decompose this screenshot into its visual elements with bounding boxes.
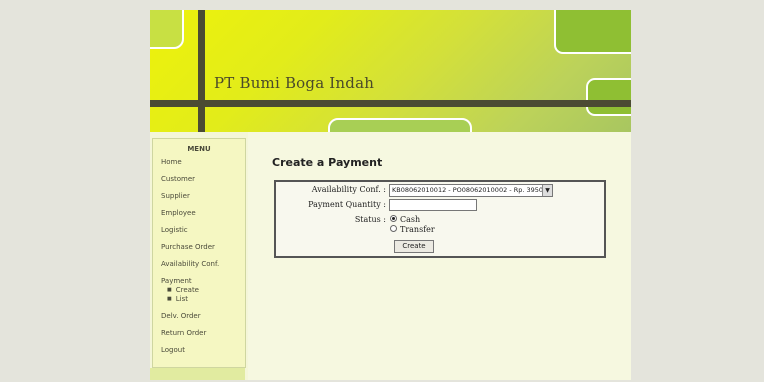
sidebar-item-availability-conf[interactable]: Availability Conf. [161,260,219,268]
radio-checked-icon[interactable] [390,215,397,222]
company-name: PT Bumi Boga Indah [214,74,375,92]
sidebar-subitem-list[interactable]: List [167,295,188,303]
create-button[interactable]: Create [394,240,434,253]
page-title: Create a Payment [272,156,383,169]
radio-unchecked-icon[interactable] [390,225,397,232]
sidebar-item-customer[interactable]: Customer [161,175,195,183]
quantity-label: Payment Quantity : [308,200,386,209]
sidebar-item-delv-order[interactable]: Delv. Order [161,312,201,320]
sidebar-item-logistic[interactable]: Logistic [161,226,188,234]
page-container: PT Bumi Boga Indah MENU Home Customer Su… [150,10,631,380]
sidebar-menu: MENU Home Customer Supplier Employee Log… [152,138,246,368]
status-label: Status : [354,215,386,224]
sidebar-item-employee[interactable]: Employee [161,209,196,217]
status-option-transfer[interactable]: Transfer [390,225,435,234]
availability-select[interactable]: KB08062010012 - PO08062010002 - Rp. 3950… [389,184,553,197]
sidebar-item-home[interactable]: Home [161,158,182,166]
decorative-bar [150,100,631,107]
sidebar-footer [150,368,245,380]
menu-title: MENU [187,145,211,153]
availability-select-value: KB08062010012 - PO08062010002 - Rp. 3950… [392,186,548,194]
chevron-down-icon[interactable]: ▼ [542,185,552,196]
sidebar-subitem-create[interactable]: Create [167,286,199,294]
sidebar-item-return-order[interactable]: Return Order [161,329,206,337]
status-option-label: Transfer [400,225,435,234]
status-option-cash[interactable]: Cash [390,215,420,224]
sidebar-item-payment[interactable]: Payment [161,277,192,285]
decorative-shape [586,78,631,116]
header-banner: PT Bumi Boga Indah [150,10,631,132]
quantity-field[interactable] [389,199,477,211]
decorative-shape [150,10,184,49]
decorative-shape [554,10,631,54]
availability-label: Availability Conf. : [311,185,386,194]
main-content: Create a Payment Availability Conf. : KB… [248,132,631,380]
payment-form: Availability Conf. : KB08062010012 - PO0… [274,180,606,258]
sidebar-item-supplier[interactable]: Supplier [161,192,190,200]
sidebar-item-logout[interactable]: Logout [161,346,185,354]
sidebar-item-purchase-order[interactable]: Purchase Order [161,243,215,251]
status-option-label: Cash [400,215,421,224]
decorative-bar [198,10,205,132]
